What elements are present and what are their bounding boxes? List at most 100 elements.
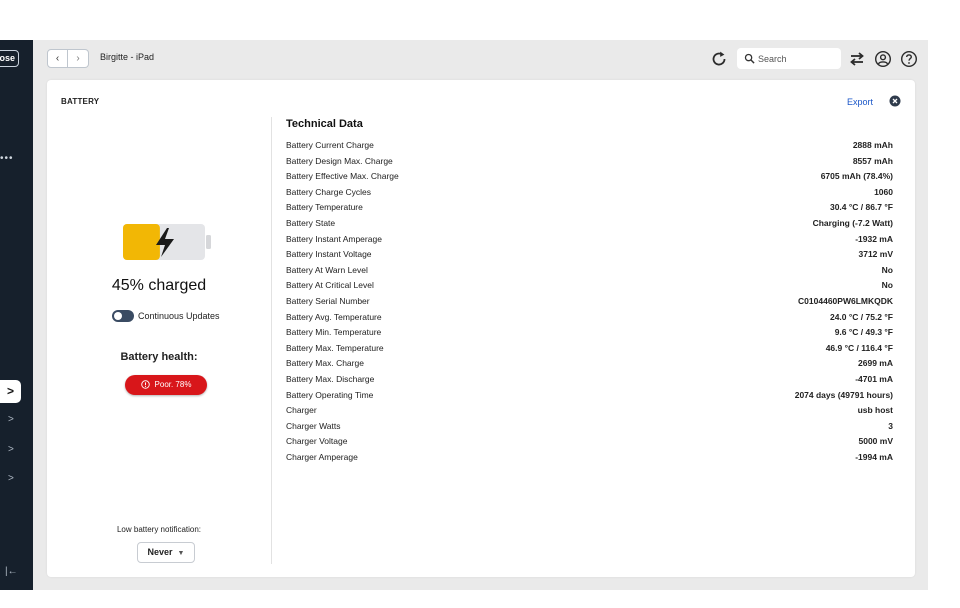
row-key: Battery At Warn Level	[286, 264, 368, 275]
table-row: Battery Charge Cycles 1060	[286, 185, 893, 201]
collapse-sidebar-icon[interactable]: |←	[5, 566, 18, 578]
row-value: No	[881, 264, 893, 275]
row-value: 3712 mV	[858, 249, 894, 260]
battery-charging-icon	[123, 224, 211, 260]
battery-health-value: Poor. 78%	[154, 380, 192, 389]
swap-arrows-icon[interactable]	[848, 50, 866, 68]
search-input[interactable]	[758, 50, 836, 67]
row-value: 5000 mV	[858, 436, 894, 447]
sidebar-item-chevron-icon[interactable]: >	[8, 414, 14, 426]
table-row: Battery Instant Voltage 3712 mV	[286, 247, 893, 263]
row-value: C0104460PW6LMKQDK	[798, 295, 893, 306]
table-row: Charger Watts 3	[286, 419, 893, 435]
table-row: Battery Effective Max. Charge 6705 mAh (7…	[286, 169, 893, 185]
battery-health-badge: Poor. 78%	[125, 375, 207, 395]
table-row: Battery Avg. Temperature 24.0 °C / 75.2 °…	[286, 310, 893, 326]
help-icon[interactable]	[900, 50, 918, 68]
row-value: 2699 mA	[858, 358, 893, 369]
low-battery-notification-select[interactable]: Never ▼	[137, 542, 195, 563]
continuous-updates-label: Continuous Updates	[138, 311, 220, 321]
row-key: Battery Instant Voltage	[286, 249, 372, 260]
sidebar-item-chevron-icon[interactable]: >	[8, 473, 14, 485]
top-bar: ‹ › Birgitte - iPad	[33, 40, 928, 78]
row-key: Battery Serial Number	[286, 295, 370, 306]
forward-button[interactable]: ›	[68, 49, 89, 68]
row-key: Battery Effective Max. Charge	[286, 171, 399, 182]
search-box[interactable]	[737, 48, 841, 69]
charge-percentage: 45% charged	[111, 277, 207, 294]
table-row: Battery Serial Number C0104460PW6LMKQDK	[286, 294, 893, 310]
table-row: Battery Instant Amperage -1932 mA	[286, 232, 893, 248]
warning-icon	[140, 380, 150, 390]
table-row: Battery Operating Time 2074 days (49791 h…	[286, 388, 893, 404]
continuous-updates-toggle[interactable]	[112, 310, 134, 322]
row-key: Charger	[286, 405, 317, 416]
row-value: usb host	[857, 405, 893, 416]
table-row: Charger Amperage -1994 mA	[286, 450, 893, 466]
technical-data-title: Technical Data	[286, 118, 363, 130]
table-row: Battery Max. Temperature 46.9 °C / 116.4 …	[286, 341, 893, 357]
table-row: Battery State Charging (-7.2 Watt)	[286, 216, 893, 232]
refresh-icon[interactable]	[709, 49, 729, 69]
row-key: Battery At Critical Level	[286, 280, 374, 291]
row-value: 24.0 °C / 75.2 °F	[829, 311, 893, 322]
row-key: Battery State	[286, 217, 336, 228]
notification-select-value: Never	[147, 547, 173, 557]
row-value: 3	[888, 420, 893, 431]
row-key: Battery Max. Discharge	[286, 373, 375, 384]
row-key: Charger Amperage	[286, 451, 358, 462]
row-value: -1994 mA	[855, 451, 893, 462]
toggle-knob	[114, 312, 122, 320]
battery-panel: BATTERY Export 45% charged Continuous Up…	[47, 80, 915, 577]
account-icon[interactable]	[874, 50, 892, 68]
table-row: Battery Max. Charge 2699 mA	[286, 356, 893, 372]
export-link[interactable]: Export	[847, 97, 873, 107]
chevron-down-icon: ▼	[177, 550, 185, 557]
low-battery-notification-label: Low battery notification:	[116, 525, 202, 534]
table-row: Battery Min. Temperature 9.6 °C / 49.3 °F	[286, 325, 893, 341]
table-row: Battery Temperature 30.4 °C / 86.7 °F	[286, 200, 893, 216]
row-key: Battery Max. Charge	[286, 358, 364, 369]
table-row: Charger usb host	[286, 403, 893, 419]
row-key: Battery Design Max. Charge	[286, 155, 393, 166]
row-key: Battery Instant Amperage	[286, 233, 382, 244]
row-key: Battery Max. Temperature	[286, 342, 384, 353]
back-button[interactable]: ‹	[47, 49, 68, 68]
row-value: 8557 mAh	[852, 155, 893, 166]
row-value: 46.9 °C / 116.4 °F	[825, 342, 893, 353]
row-value: 9.6 °C / 49.3 °F	[834, 327, 893, 338]
row-value: 1060	[874, 186, 893, 197]
row-value: 6705 mAh (78.4%)	[820, 171, 893, 182]
table-row: Battery Design Max. Charge 8557 mAh	[286, 154, 893, 170]
row-value: 30.4 °C / 86.7 °F	[829, 202, 893, 213]
row-key: Battery Charge Cycles	[286, 186, 372, 197]
close-panel-icon[interactable]	[889, 95, 901, 107]
row-value: 2074 days (49791 hours)	[794, 389, 893, 400]
sidebar: Close ••• > > > > |←	[0, 40, 33, 590]
sidebar-active-item-chevron-icon[interactable]: >	[0, 380, 21, 403]
table-row: Battery Current Charge 2888 mAh	[286, 138, 893, 154]
table-row: Charger Voltage 5000 mV	[286, 434, 893, 450]
row-value: -1932 mA	[855, 233, 893, 244]
panel-divider	[271, 117, 272, 564]
row-key: Battery Operating Time	[286, 389, 374, 400]
row-value: Charging (-7.2 Watt)	[812, 217, 893, 228]
row-key: Battery Current Charge	[286, 140, 374, 150]
search-icon	[744, 53, 755, 64]
row-key: Battery Avg. Temperature	[286, 311, 382, 322]
device-title: Birgitte - iPad	[100, 52, 155, 62]
row-value: No	[881, 280, 893, 291]
row-key: Battery Min. Temperature	[286, 327, 382, 338]
row-value: 2888 mAh	[852, 140, 893, 150]
table-row: Battery At Warn Level No	[286, 263, 893, 279]
sidebar-item-chevron-icon[interactable]: >	[8, 444, 14, 456]
table-row: Battery Max. Discharge -4701 mA	[286, 372, 893, 388]
row-value: -4701 mA	[855, 373, 893, 384]
close-button[interactable]: Close	[0, 50, 19, 67]
row-key: Charger Voltage	[286, 436, 348, 447]
battery-health-label: Battery health:	[120, 351, 198, 363]
panel-title: BATTERY	[61, 97, 100, 106]
technical-data-table: Battery Current Charge 2888 mAh Battery De…	[286, 138, 893, 465]
row-key: Charger Watts	[286, 420, 341, 431]
more-icon[interactable]: •••	[0, 154, 14, 164]
